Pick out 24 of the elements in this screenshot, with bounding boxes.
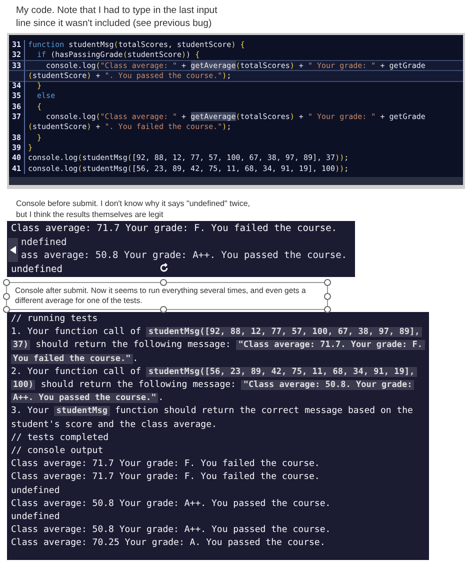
console-line: Class average: 50.8 Your grade: A++. You passed the course. xyxy=(11,524,332,538)
caption: Console before submit. I don't know why it says "undefined" twice, but I think the results themselves are legit xyxy=(15,198,251,220)
console-line: 3. Your studentMsg function should return the correct message based on the student's score and the class average. xyxy=(11,405,414,432)
rotate-handle-icon[interactable] xyxy=(159,263,169,273)
console-line: Class average: 71.7 Your grade: F. You failed the course. xyxy=(11,471,321,484)
console-line: Class average: 71.7 Your grade: F. You failed the course. xyxy=(11,458,321,472)
console-line: Class average: 50.8 Your grade: A++. You passed the course. xyxy=(11,498,332,511)
console-line: ndefined xyxy=(20,236,67,249)
resize-handle[interactable] xyxy=(160,306,167,313)
collapse-tab-icon[interactable] xyxy=(8,238,18,262)
console-line: // console output xyxy=(11,445,104,458)
console-line: // running tests xyxy=(11,313,99,326)
console-line: // tests completed xyxy=(11,432,110,445)
console-line: undefined xyxy=(11,262,62,276)
horizontal-scrollbar[interactable] xyxy=(9,177,463,185)
console-line: Class average: 71.7 Your grade: F. You failed the course. xyxy=(11,222,338,236)
console-line: ass average: 50.8 Your grade: A++. You passed the course. xyxy=(20,249,348,262)
console-line: 1. Your function call of studentMsg([92, 88, 12, 77, 57, 100, 67, 38, 97, 89], 37) should return the following message: "Class average: 71.7. Your grade: F. You failed the course." . xyxy=(11,326,425,366)
console-line: Class average: 70.25 Your grade: A. You passed the course. xyxy=(11,537,326,550)
console-line: undefined xyxy=(11,511,61,524)
caption: My code. Note that I had to type in the last input line since it wasn't included (see previous bug) xyxy=(15,4,218,30)
console-line: 2. Your function call of studentMsg([56, 23, 89, 42, 75, 11, 68, 34, 91, 19], 100) should return the following message: "Class average: 50.8. Your grade: A++. You passed the course." . xyxy=(11,366,418,406)
resize-handle[interactable] xyxy=(160,279,167,286)
console-line: undefined xyxy=(11,484,61,498)
